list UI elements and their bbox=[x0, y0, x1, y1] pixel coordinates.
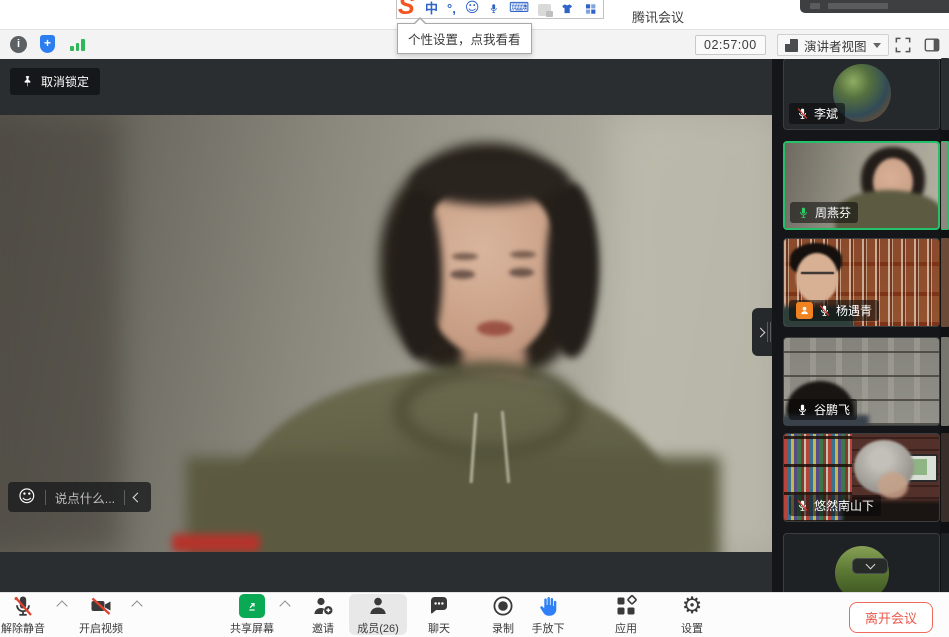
drag-grip bbox=[767, 322, 771, 342]
chat-button[interactable]: 聊天 bbox=[415, 594, 463, 636]
sidebar-overflow-strip bbox=[940, 59, 949, 592]
chat-placeholder[interactable]: 说点什么... bbox=[55, 488, 115, 507]
ime-skin-icon[interactable] bbox=[560, 2, 574, 16]
app-title: 腾讯会议 bbox=[632, 7, 684, 26]
ime-emoji-icon[interactable]: ☺ bbox=[465, 1, 480, 16]
meeting-timer: 02:57:00 bbox=[695, 35, 766, 55]
unmute-button[interactable]: 解除静音 bbox=[0, 594, 49, 636]
participant-name-pill: 悠然南山下 bbox=[789, 495, 881, 516]
emoji-icon[interactable]: ☺ bbox=[18, 489, 36, 506]
chevron-right-icon bbox=[756, 327, 766, 337]
raised-hand-icon bbox=[536, 594, 560, 618]
meeting-info-icon[interactable]: i bbox=[10, 36, 27, 53]
ime-tooltip: 个性设置，点我看看 bbox=[397, 23, 532, 54]
participant-tile[interactable]: 李斌 bbox=[783, 59, 940, 130]
participant-tile[interactable]: 杨遇青 bbox=[783, 238, 940, 327]
meeting-window: S 中 °, ☺ ⌨ 个性设置，点我看看 腾讯会议 i + 02:57:00 演… bbox=[0, 0, 949, 637]
participant-name: 悠然南山下 bbox=[814, 497, 874, 514]
chat-icon bbox=[427, 594, 451, 618]
invite-icon bbox=[311, 594, 335, 618]
host-badge-icon bbox=[796, 302, 813, 319]
network-signal-icon[interactable] bbox=[70, 38, 86, 51]
top-strip: S 中 °, ☺ ⌨ 个性设置，点我看看 腾讯会议 bbox=[0, 0, 949, 29]
participant-name-pill: 杨遇青 bbox=[789, 300, 879, 321]
participant-name: 谷鹏飞 bbox=[814, 401, 850, 418]
participant-name-pill: 李斌 bbox=[789, 103, 845, 124]
participant-tile[interactable]: 谷鹏飞 bbox=[783, 337, 940, 426]
participant-tile[interactable]: 悠然南山下 bbox=[783, 433, 940, 522]
participant-name-pill: 周燕芬 bbox=[790, 202, 858, 223]
participant-name: 李斌 bbox=[814, 105, 838, 122]
fullscreen-button[interactable] bbox=[893, 35, 913, 55]
participants-sidebar: 李斌 周燕芬 杨遇青 bbox=[772, 59, 940, 592]
members-button[interactable]: 成员(26) bbox=[349, 594, 407, 636]
scroll-down-button[interactable] bbox=[852, 558, 888, 574]
settings-button[interactable]: ⚙ 设置 bbox=[668, 594, 716, 636]
camera-off-icon bbox=[89, 594, 113, 618]
leave-meeting-button[interactable]: 离开会议 bbox=[849, 602, 933, 633]
participant-name: 周燕芬 bbox=[815, 204, 851, 221]
apps-icon bbox=[614, 594, 638, 618]
mic-muted-icon bbox=[796, 499, 809, 512]
pin-icon bbox=[21, 75, 34, 88]
mic-muted-icon bbox=[796, 107, 809, 120]
ime-voice-icon[interactable] bbox=[488, 1, 499, 16]
mic-muted-icon bbox=[818, 304, 831, 317]
members-icon bbox=[366, 594, 390, 618]
view-mode-label: 演讲者视图 bbox=[804, 36, 867, 55]
lower-hand-button[interactable]: 手放下 bbox=[521, 594, 575, 636]
unpin-button[interactable]: 取消锁定 bbox=[10, 68, 100, 95]
mic-on-icon bbox=[796, 403, 809, 416]
ime-keyboard-icon[interactable]: ⌨ bbox=[509, 1, 529, 16]
record-button[interactable]: 录制 bbox=[479, 594, 527, 636]
unpin-label: 取消锁定 bbox=[41, 73, 89, 90]
view-mode-dropdown[interactable]: 演讲者视图 bbox=[777, 34, 889, 56]
participant-name-pill: 谷鹏飞 bbox=[789, 399, 857, 420]
collapse-chat-icon[interactable] bbox=[133, 492, 143, 502]
participant-tile-active[interactable]: 周燕芬 bbox=[783, 141, 940, 230]
invite-button[interactable]: 邀请 bbox=[299, 594, 347, 636]
record-icon bbox=[491, 594, 515, 618]
quick-chat-bar[interactable]: ☺ 说点什么... bbox=[8, 482, 151, 512]
ime-grid-icon[interactable] bbox=[584, 2, 597, 16]
mic-speaking-icon bbox=[797, 206, 810, 219]
side-panel-toggle-button[interactable] bbox=[922, 35, 942, 55]
share-screen-icon bbox=[239, 594, 265, 618]
chevron-down-icon bbox=[873, 43, 881, 48]
mic-muted-icon bbox=[11, 594, 35, 618]
main-stage: 取消锁定 ☺ 说点什么... bbox=[0, 59, 772, 592]
ime-mode-toggle[interactable]: 中 bbox=[425, 1, 438, 16]
gear-icon: ⚙ bbox=[682, 594, 703, 618]
ime-punct-toggle[interactable]: °, bbox=[447, 1, 456, 16]
apps-button[interactable]: 应用 bbox=[602, 594, 650, 636]
share-screen-button[interactable]: 共享屏幕 bbox=[226, 594, 278, 636]
ime-toolbox-icon[interactable] bbox=[538, 4, 551, 16]
security-shield-icon[interactable]: + bbox=[40, 35, 55, 53]
start-video-button[interactable]: 开启视频 bbox=[75, 594, 127, 636]
background-window-bar bbox=[800, 0, 949, 13]
participant-name: 杨遇青 bbox=[836, 302, 872, 319]
sidebar-collapse-handle[interactable] bbox=[752, 308, 772, 356]
chevron-down-icon bbox=[865, 560, 875, 570]
layout-icon bbox=[785, 39, 798, 52]
ime-toolbar[interactable]: S 中 °, ☺ ⌨ bbox=[396, 0, 604, 19]
control-toolbar bbox=[0, 592, 949, 637]
